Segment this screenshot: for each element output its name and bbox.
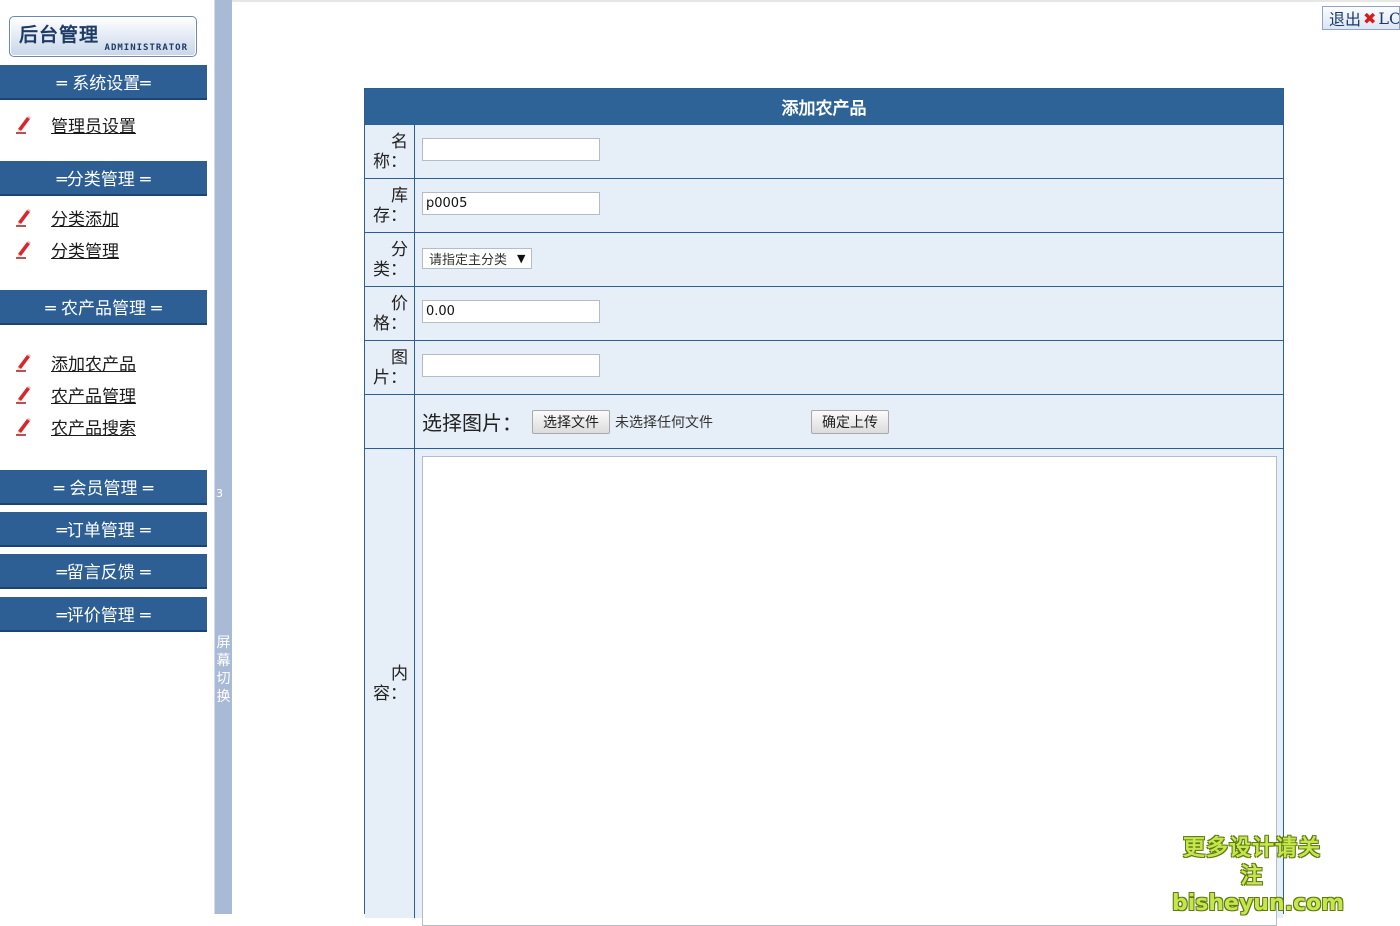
menu-item-label[interactable]: 分类添加 [51,205,119,230]
logout-label: 退出 [1329,10,1362,29]
label-char: 容： [373,683,407,704]
pencil-icon [16,115,31,134]
screen-toggle-bar[interactable]: 3 屏幕切换 [214,0,232,914]
stock-label: 库 存： [365,179,415,232]
menu-head-review[interactable]: ═评价管理 ═ [0,597,207,632]
content-editor[interactable] [422,456,1277,926]
row-image: 图 片： [365,340,1283,394]
menu-item-category-add[interactable]: 分类添加 [14,205,119,230]
stock-input[interactable] [422,192,600,215]
image-label: 图 片： [365,341,415,394]
row-content: 内 容： [365,448,1283,926]
screen-toggle-label[interactable]: 屏幕切换 [216,634,231,706]
logout-suffix: LOG [1378,8,1399,28]
label-char: 存： [373,205,407,226]
category-select[interactable]: 请指定主分类 ▼ [422,248,533,269]
menu-head-product[interactable]: ═ 农产品管理 ═ [0,290,207,325]
category-selected: 请指定主分类 [429,253,508,268]
menu-item-admin-settings[interactable]: 管理员设置 [14,112,136,137]
menu-head-category[interactable]: ═分类管理 ═ [0,161,207,196]
menu-item-label[interactable]: 分类管理 [51,237,119,262]
price-label: 价 格： [365,287,415,340]
confirm-upload-button[interactable]: 确定上传 [811,409,889,434]
label-char: 类： [373,259,407,280]
label-char: 名 [391,131,408,152]
category-label: 分 类： [365,233,415,286]
menu-item-label[interactable]: 农产品搜索 [51,414,136,439]
upload-label: 选择图片： [422,411,522,435]
menu-item-label[interactable]: 管理员设置 [51,112,136,137]
label-char: 格： [373,313,407,334]
label-char: 分 [391,239,408,260]
watermark-line2: bisheyun.com [1172,891,1345,916]
label-char: 称： [373,151,407,172]
dropdown-arrow-icon: ▼ [517,252,526,265]
label-char: 价 [391,293,408,314]
form-title: 添加农产品 [365,89,1283,124]
row-price: 价 格： [365,286,1283,340]
label-char: 内 [391,663,408,684]
menu-item-label[interactable]: 添加农产品 [51,350,136,375]
no-file-text: 未选择任何文件 [615,414,713,431]
image-path-input[interactable] [422,354,600,377]
watermark: 更多设计请关注 bisheyun.com [1172,835,1345,917]
pencil-icon [16,240,31,259]
price-input[interactable] [422,300,600,323]
menu-head-feedback[interactable]: ═留言反馈 ═ [0,554,207,589]
pencil-icon [16,208,31,227]
menu-head-member[interactable]: ═ 会员管理 ═ [0,470,207,505]
logo-title: 后台管理 [19,24,100,46]
add-product-form: 添加农产品 名 称： 库 存： 分 类： 请指定主分类 ▼ 价 格： [364,88,1284,926]
logo-subtitle: ADMINISTRATOR [104,43,188,53]
pencil-icon [16,353,31,372]
row-stock: 库 存： [365,178,1283,232]
splitter-number: 3 [216,487,223,500]
menu-item-label[interactable]: 农产品管理 [51,382,136,407]
close-icon: ✖ [1363,8,1377,28]
row-name: 名 称： [365,124,1283,178]
row-upload: 选择图片： 选择文件 未选择任何文件 确定上传 [365,394,1283,448]
content-label: 内 容： [365,449,415,918]
menu-head-system-settings[interactable]: ═ 系统设置═ [0,65,207,100]
name-label: 名 称： [365,125,415,178]
upload-controls: 选择图片： 选择文件 未选择任何文件 确定上传 [422,407,889,436]
name-input[interactable] [422,138,600,161]
label-char: 图 [391,347,408,368]
watermark-line1: 更多设计请关注 [1182,836,1321,889]
upload-label-cell [365,395,415,448]
sidebar: 后台管理 ADMINISTRATOR ═ 系统设置═ 管理员设置 ═分类管理 ═… [0,0,214,914]
choose-file-button[interactable]: 选择文件 [532,409,610,434]
label-char: 片： [373,367,407,388]
label-char: 库 [391,185,408,206]
admin-logo: 后台管理 ADMINISTRATOR [9,16,197,57]
logout-button[interactable]: 退出 ✖ LOG [1322,6,1400,30]
menu-item-product-search[interactable]: 农产品搜索 [14,414,136,439]
menu-item-product-add[interactable]: 添加农产品 [14,350,136,375]
menu-head-order[interactable]: ═订单管理 ═ [0,512,207,547]
menu-item-product-manage[interactable]: 农产品管理 [14,382,136,407]
pencil-icon [16,385,31,404]
pencil-icon [16,417,31,436]
row-category: 分 类： 请指定主分类 ▼ [365,232,1283,286]
menu-item-category-manage[interactable]: 分类管理 [14,237,119,262]
